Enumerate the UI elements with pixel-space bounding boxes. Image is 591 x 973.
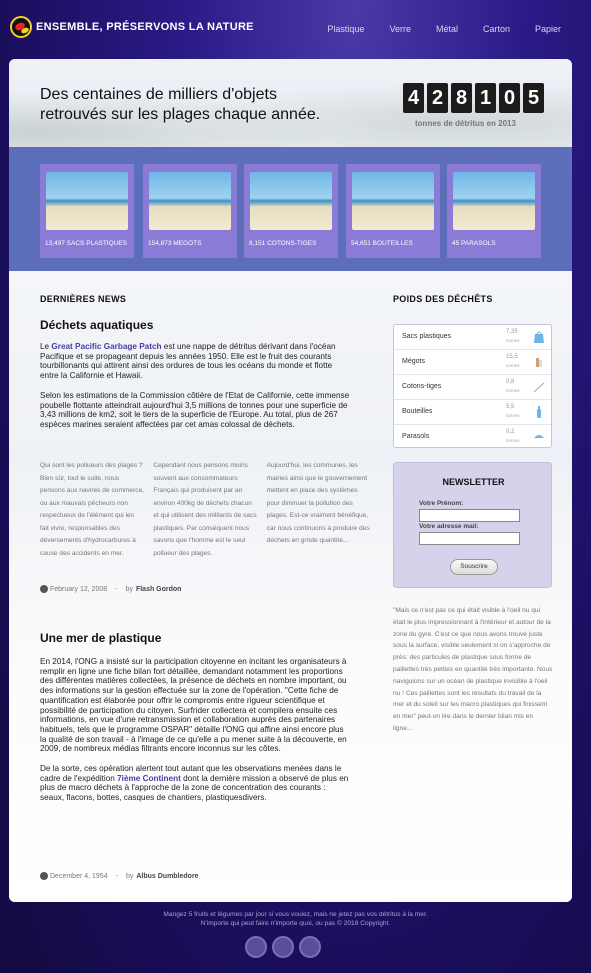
counter-digit: 0 [499,83,520,113]
first-name-field[interactable] [419,509,520,522]
article-date: February 12, 2008 [50,585,108,593]
article1-column: Qui sont les pollueurs des plages ? Bien… [40,462,145,557]
weight-row: Bouteilles 5,5 tonnes [394,400,551,425]
cotton-swab-icon [533,382,545,393]
subscribe-button[interactable]: Souscrire [450,559,498,575]
first-name-label: Votre Prénom: [419,500,464,507]
site-title: ENSEMBLE, PRÉSERVONS LA NATURE [36,21,254,33]
nav-item-metal[interactable]: Métal [436,24,458,34]
septieme-continent-link[interactable]: 7ième Continent [117,774,181,783]
newsletter-title: NEWSLETTER [442,477,505,487]
email-label: Votre adresse mail: [419,523,479,530]
tile-image [149,172,231,230]
weights-table: Sacs plastiques 7,35 tonnes Mégots 15,5 … [393,324,552,448]
weight-row: Sacs plastiques 7,35 tonnes [394,325,551,350]
hero: Des centaines de milliers d'objets retro… [9,59,572,271]
nav-item-carton[interactable]: Carton [483,24,510,34]
nav-item-papier[interactable]: Papier [535,24,561,34]
counter-digit: 8 [451,83,472,113]
counter-digit: 4 [403,83,424,113]
logo-icon [10,16,32,38]
tonnage-counter: 4 2 8 1 0 5 [403,83,547,113]
newsletter-box: NEWSLETTER Votre Prénom: Votre adresse m… [393,462,552,588]
quote-text: "Mais ce n'est pas ce qui était visible … [393,607,553,732]
tile-image [250,172,332,230]
tile-megots[interactable]: 154,873 MEGOTS [143,164,237,258]
article1-title[interactable]: Déchets aquatiques [40,318,153,332]
email-field[interactable] [419,532,520,545]
weight-row: Parasols 0,2 tonnes [394,425,551,450]
counter-digit: 5 [523,83,544,113]
news-heading: DERNIÈRES NEWS [40,294,127,304]
counter-digit: 1 [475,83,496,113]
footer-line: Mangez 5 fruits et légumes par jour si v… [163,911,428,918]
tile-bouteilles[interactable]: 54,651 BOUTEILLES [346,164,440,258]
nav-item-plastique[interactable]: Plastique [327,24,364,34]
social-icon[interactable] [299,936,321,958]
parasol-icon [534,435,544,438]
bag-icon [534,331,544,343]
article1-column: Cependant nous pensons moins souvent aux… [153,462,257,557]
counter-label: tonnes de détritus en 2013 [415,119,516,128]
weight-row: Mégots 15,5 tonnes [394,350,551,375]
social-icon[interactable] [272,936,294,958]
garbage-patch-link[interactable]: Great Pacific Garbage Patch [51,342,161,351]
tile-sacs-plastiques[interactable]: 13,497 SACS PLASTIQUES [40,164,134,258]
tile-caption: 54,651 BOUTEILLES [351,240,413,247]
weights-heading: POIDS DES DÉCHÊTS [393,294,493,304]
footer-icons [245,936,326,958]
footer: Mangez 5 fruits et légumes par jour si v… [0,910,591,928]
tile-cotons-tiges[interactable]: 8,151 COTONS-TIGES [244,164,338,258]
tile-caption: 8,151 COTONS-TIGES [249,240,317,247]
article1-columns: Qui sont les pollueurs des plages ? Bien… [40,460,380,560]
content-area: DERNIÈRES NEWS Déchets aquatiques Le Gre… [9,271,572,902]
waste-tiles-band: 13,497 SACS PLASTIQUES 154,873 MEGOTS 8,… [9,147,572,271]
top-bar: ENSEMBLE, PRÉSERVONS LA NATURE Plastique… [0,0,591,58]
tile-image [352,172,434,230]
article-date: December 4, 1954 [50,872,108,880]
tile-image [46,172,128,230]
tile-caption: 45 PARASOLS [452,240,496,247]
cigarette-icon [536,358,542,367]
article2-title[interactable]: Une mer de plastique [40,631,161,645]
main-panel: Des centaines de milliers d'objets retro… [9,59,572,902]
main-nav: Plastique Verre Métal Carton Papier [302,24,561,34]
article-author[interactable]: Albus Dumbledore [136,873,198,880]
bottle-icon [537,406,541,418]
weight-row: Cotons-tiges 0,8 tonnes [394,375,551,400]
clock-icon [40,585,48,593]
article2-meta: December 4, 1954 - by Albus Dumbledore [40,872,199,880]
article1-body: Le Great Pacific Garbage Patch est une n… [40,342,350,429]
social-icon[interactable] [245,936,267,958]
article2-body: En 2014, l'ONG a insisté sur la particip… [40,657,349,803]
nav-item-verre[interactable]: Verre [389,24,411,34]
article-author[interactable]: Flash Gordon [136,586,182,593]
hero-title: Des centaines de milliers d'objets retro… [40,86,321,123]
counter-digit: 2 [427,83,448,113]
article1-column: Aujourd'hui, les communes, les mairies a… [266,462,370,544]
tile-caption: 154,873 MEGOTS [148,240,202,247]
tile-parasols[interactable]: 45 PARASOLS [447,164,541,258]
clock-icon [40,872,48,880]
footer-line: N'importe qui peut faire n'importe quoi,… [200,920,391,927]
site-logo[interactable]: ENSEMBLE, PRÉSERVONS LA NATURE [10,16,254,38]
article1-meta: February 12, 2008 - by Flash Gordon [40,585,181,593]
tile-caption: 13,497 SACS PLASTIQUES [45,240,128,247]
tile-image [453,172,535,230]
